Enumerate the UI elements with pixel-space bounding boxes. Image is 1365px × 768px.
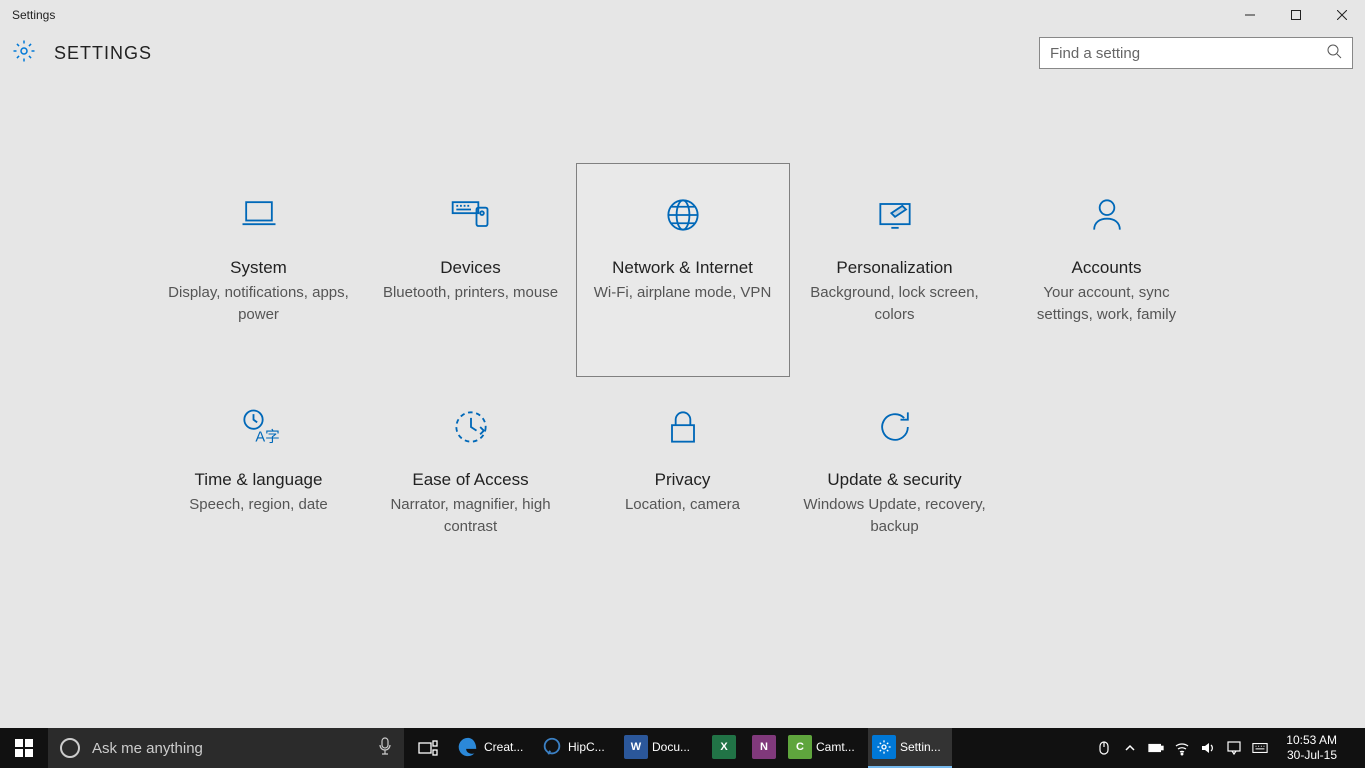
ease-of-access-icon: [449, 400, 493, 454]
settings-grid: System Display, notifications, apps, pow…: [153, 164, 1213, 588]
settings-content: System Display, notifications, apps, pow…: [0, 76, 1365, 728]
lock-icon: [661, 400, 705, 454]
user-icon: [1085, 188, 1129, 242]
taskbar-app-edge[interactable]: Creat...: [452, 728, 536, 768]
tile-ease-of-access[interactable]: Ease of Access Narrator, magnifier, high…: [365, 376, 577, 588]
battery-icon[interactable]: [1148, 740, 1164, 756]
tile-title: Ease of Access: [412, 470, 528, 490]
clock[interactable]: 10:53 AM 30-Jul-15: [1278, 733, 1345, 763]
cortana-icon: [60, 738, 80, 758]
cortana-search[interactable]: Ask me anything: [48, 728, 404, 768]
tile-title: Update & security: [827, 470, 961, 490]
tile-privacy[interactable]: Privacy Location, camera: [577, 376, 789, 588]
update-icon: [873, 400, 917, 454]
close-button[interactable]: [1319, 0, 1365, 30]
start-button[interactable]: [0, 728, 48, 768]
settings-app-icon: [872, 735, 896, 759]
tile-title: Personalization: [836, 258, 952, 278]
keyboard-icon[interactable]: [1252, 740, 1268, 756]
taskbar-app-label: Settin...: [900, 740, 941, 754]
taskbar-app-excel[interactable]: X: [704, 728, 744, 768]
minimize-button[interactable]: [1227, 0, 1273, 30]
onenote-icon: N: [752, 735, 776, 759]
window-controls: [1227, 0, 1365, 30]
taskbar-apps: Creat... HipC... W Docu... X N C Camt...…: [452, 728, 952, 768]
taskbar-app-camtasia[interactable]: C Camt...: [784, 728, 868, 768]
taskbar-app-hipchat[interactable]: HipC...: [536, 728, 620, 768]
header: SETTINGS: [0, 30, 1365, 76]
tile-network[interactable]: Network & Internet Wi-Fi, airplane mode,…: [577, 164, 789, 376]
globe-icon: [661, 188, 705, 242]
clock-date: 30-Jul-15: [1286, 748, 1337, 763]
excel-icon: X: [712, 735, 736, 759]
tile-personalization[interactable]: Personalization Background, lock screen,…: [789, 164, 1001, 376]
word-icon: W: [624, 735, 648, 759]
taskbar: Ask me anything Creat... HipC... W Docu.…: [0, 728, 1365, 768]
tile-title: Time & language: [195, 470, 323, 490]
tile-update-security[interactable]: Update & security Windows Update, recove…: [789, 376, 1001, 588]
personalization-icon: [873, 188, 917, 242]
tile-desc: Your account, sync settings, work, famil…: [1001, 282, 1213, 326]
laptop-icon: [237, 188, 281, 242]
action-center-icon[interactable]: [1226, 740, 1242, 756]
microphone-icon[interactable]: [378, 737, 392, 760]
taskbar-app-label: Creat...: [484, 740, 523, 754]
chat-icon: [540, 735, 564, 759]
taskbar-app-label: HipC...: [568, 740, 605, 754]
volume-icon[interactable]: [1200, 740, 1216, 756]
clock-time: 10:53 AM: [1286, 733, 1337, 748]
svg-text:A字: A字: [255, 429, 279, 446]
tile-devices[interactable]: Devices Bluetooth, printers, mouse: [365, 164, 577, 376]
mouse-tray-icon[interactable]: [1096, 740, 1112, 756]
tile-title: Privacy: [655, 470, 711, 490]
tile-desc: Speech, region, date: [175, 494, 341, 516]
taskbar-app-onenote[interactable]: N: [744, 728, 784, 768]
chevron-up-icon[interactable]: [1122, 740, 1138, 756]
titlebar: Settings: [0, 0, 1365, 30]
taskbar-app-label: Docu...: [652, 740, 690, 754]
search-box[interactable]: [1039, 37, 1353, 69]
tile-desc: Bluetooth, printers, mouse: [369, 282, 572, 304]
tile-desc: Background, lock screen, colors: [789, 282, 1001, 326]
tile-title: System: [230, 258, 287, 278]
cortana-placeholder: Ask me anything: [92, 740, 366, 757]
tile-title: Accounts: [1072, 258, 1142, 278]
search-input[interactable]: [1050, 45, 1326, 62]
camtasia-icon: C: [788, 735, 812, 759]
tile-desc: Location, camera: [611, 494, 754, 516]
tile-time-language[interactable]: A字 Time & language Speech, region, date: [153, 376, 365, 588]
tile-title: Network & Internet: [612, 258, 753, 278]
tile-desc: Windows Update, recovery, backup: [789, 494, 1001, 538]
tile-desc: Display, notifications, apps, power: [153, 282, 365, 326]
taskbar-app-settings[interactable]: Settin...: [868, 728, 952, 768]
system-tray: 10:53 AM 30-Jul-15: [1092, 728, 1365, 768]
tile-desc: Wi-Fi, airplane mode, VPN: [580, 282, 786, 304]
wifi-icon[interactable]: [1174, 740, 1190, 756]
search-icon: [1326, 43, 1342, 64]
task-view-button[interactable]: [404, 728, 452, 768]
window-title: Settings: [12, 8, 1227, 22]
tile-title: Devices: [440, 258, 500, 278]
maximize-button[interactable]: [1273, 0, 1319, 30]
devices-icon: [449, 188, 493, 242]
tile-system[interactable]: System Display, notifications, apps, pow…: [153, 164, 365, 376]
tile-accounts[interactable]: Accounts Your account, sync settings, wo…: [1001, 164, 1213, 376]
taskbar-app-word[interactable]: W Docu...: [620, 728, 704, 768]
gear-icon: [12, 39, 36, 68]
taskbar-app-label: Camt...: [816, 740, 855, 754]
page-title: SETTINGS: [54, 43, 152, 64]
tile-desc: Narrator, magnifier, high contrast: [365, 494, 577, 538]
edge-icon: [456, 735, 480, 759]
time-language-icon: A字: [237, 400, 281, 454]
